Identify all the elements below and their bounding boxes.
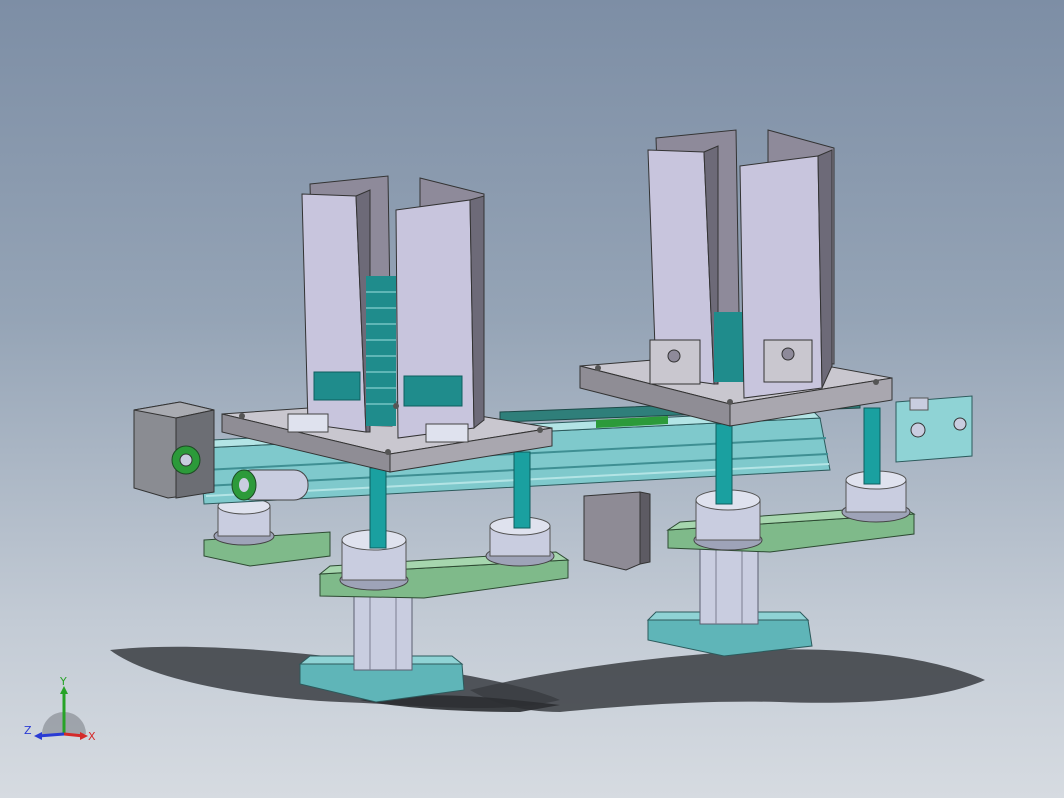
right-magazine-hopper[interactable] <box>647 129 835 399</box>
left-magazine-hopper[interactable] <box>287 175 485 443</box>
cad-viewport[interactable]: Y X Z <box>0 0 1064 798</box>
belt-roller[interactable] <box>231 469 309 501</box>
end-stop-bracket[interactable] <box>895 395 973 463</box>
ground-shadow <box>110 646 985 712</box>
card-stack <box>366 276 396 426</box>
coordinate-triad: Y X Z <box>22 675 102 746</box>
z-axis-label: Z <box>24 724 32 737</box>
left-foot-pad[interactable] <box>298 593 465 703</box>
sensor-block[interactable] <box>583 491 651 571</box>
y-axis-label: Y <box>59 676 67 688</box>
right-foot-pad[interactable] <box>646 547 813 657</box>
assembly-model[interactable] <box>0 0 1064 798</box>
drive-motor[interactable] <box>133 401 215 499</box>
x-axis-label: X <box>88 730 96 743</box>
